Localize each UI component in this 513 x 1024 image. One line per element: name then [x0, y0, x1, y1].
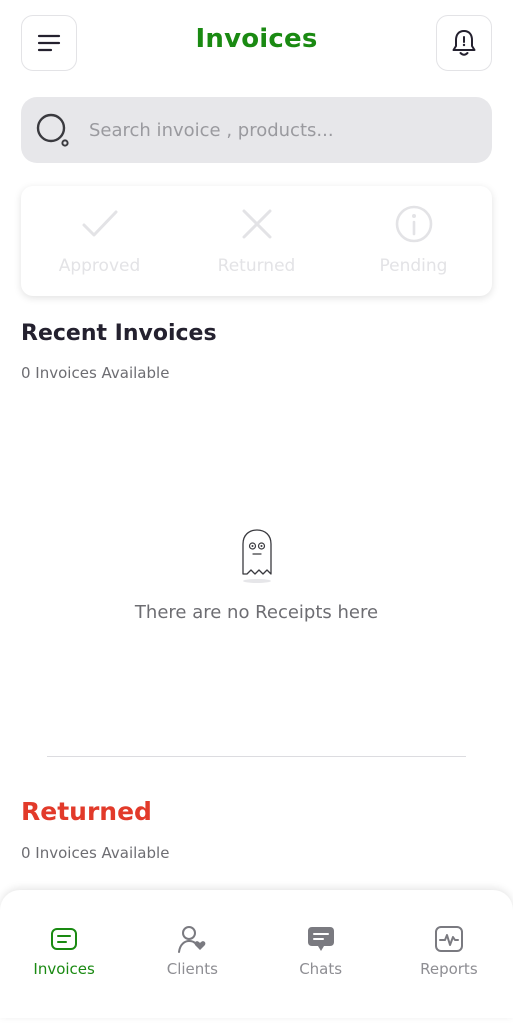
returned-heading: Returned: [21, 797, 152, 826]
section-divider: [47, 756, 466, 757]
search-bar[interactable]: [21, 97, 492, 163]
empty-state-message: There are no Receipts here: [134, 602, 379, 623]
recent-invoices-count: 0 Invoices Available: [21, 364, 170, 382]
nav-label: Chats: [299, 960, 343, 978]
nav-invoices[interactable]: Invoices: [0, 890, 128, 1018]
status-tab-label: Approved: [58, 256, 141, 276]
nav-reports[interactable]: Reports: [385, 890, 513, 1018]
invoices-screen: Invoices Approved Returned: [0, 0, 513, 1024]
invoice-icon: [51, 928, 78, 950]
nav-clients[interactable]: Clients: [128, 890, 256, 1018]
empty-state: There are no Receipts here: [0, 528, 513, 623]
status-tab-label: Returned: [217, 256, 296, 276]
bell-icon: [452, 30, 476, 56]
nav-label: Clients: [166, 960, 218, 978]
status-tab-returned[interactable]: Returned: [178, 186, 335, 296]
reports-icon: [434, 926, 463, 952]
nav-label: Reports: [420, 960, 478, 978]
status-filter-card: Approved Returned Pending: [21, 186, 492, 296]
info-icon: [395, 205, 432, 243]
search-icon: [36, 113, 69, 147]
status-tab-approved[interactable]: Approved: [21, 186, 178, 296]
status-tab-label: Pending: [379, 256, 448, 276]
check-icon: [82, 210, 117, 237]
search-input[interactable]: [89, 119, 459, 141]
recent-invoices-heading: Recent Invoices: [21, 321, 217, 346]
x-icon: [242, 209, 271, 239]
nav-label: Invoices: [33, 960, 95, 978]
returned-invoices-count: 0 Invoices Available: [21, 844, 170, 862]
ghost-icon: [241, 529, 272, 583]
clients-icon: [178, 926, 206, 953]
bottom-navigation: Invoices Clients Chats Reports: [0, 890, 513, 1018]
status-tab-pending[interactable]: Pending: [335, 186, 492, 296]
notifications-button[interactable]: [436, 15, 492, 71]
chat-icon: [307, 927, 334, 951]
nav-chats[interactable]: Chats: [257, 890, 385, 1018]
